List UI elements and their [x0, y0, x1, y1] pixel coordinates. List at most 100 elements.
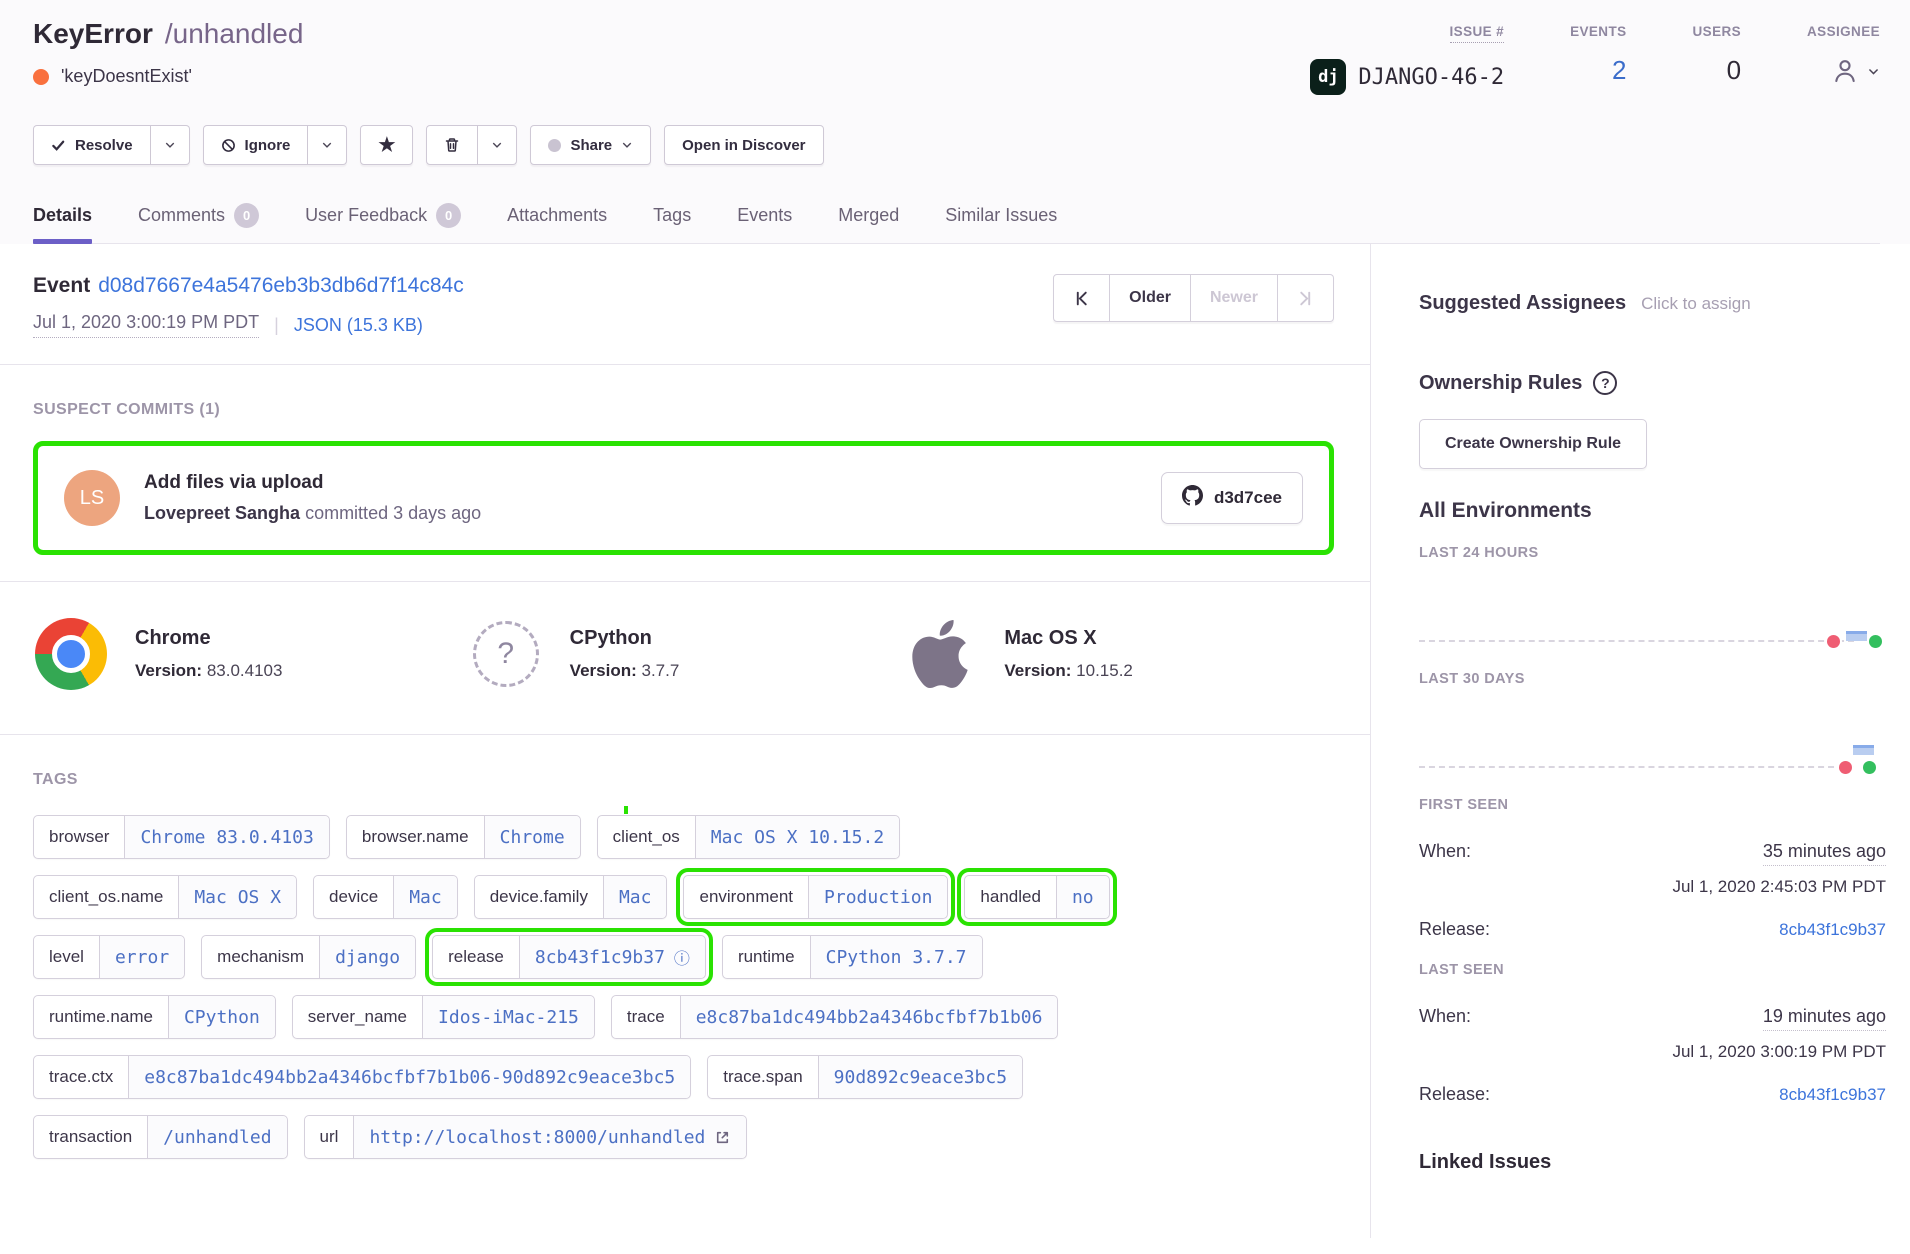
- tag-value-link[interactable]: Mac OS X: [178, 876, 296, 918]
- assignee-label: ASSIGNEE: [1807, 24, 1880, 39]
- resolve-button[interactable]: Resolve: [33, 125, 151, 165]
- tab-count-badge: 0: [436, 203, 461, 228]
- open-in-discover-button[interactable]: Open in Discover: [664, 125, 823, 165]
- chevron-down-icon: [621, 139, 633, 151]
- tag-key: client_os: [598, 816, 695, 858]
- event-id-link[interactable]: d08d7667e4a5476eb3b3db6d7f14c84c: [98, 274, 464, 297]
- bookmark-button[interactable]: ★: [360, 125, 413, 165]
- tag-value-link[interactable]: CPython: [168, 996, 275, 1038]
- delete-dropdown-button[interactable]: [478, 125, 517, 165]
- tag-handled: handledno: [964, 875, 1109, 919]
- tag-value-link[interactable]: http://localhost:8000/unhandled: [353, 1116, 746, 1158]
- sparkline-baseline: [1419, 766, 1854, 768]
- tag-value-link[interactable]: Mac OS X 10.15.2: [695, 816, 899, 858]
- tag-client-os: client_osMac OS X 10.15.2: [597, 815, 901, 859]
- newer-event-button[interactable]: Newer: [1191, 274, 1278, 322]
- tag-value-link[interactable]: error: [99, 936, 184, 978]
- tag-row: browserChrome 83.0.4103browser.nameChrom…: [33, 815, 1334, 859]
- chevron-down-icon: [491, 139, 503, 151]
- ignore-button[interactable]: Ignore: [203, 125, 309, 165]
- event-json-link[interactable]: JSON (15.3 KB): [294, 315, 423, 336]
- share-status-dot-icon: [548, 139, 561, 152]
- tab-tags[interactable]: Tags: [653, 203, 691, 243]
- tag-row: transaction/unhandledurlhttp://localhost…: [33, 1115, 1334, 1159]
- tag-value-link[interactable]: e8c87ba1dc494bb2a4346bcfbf7b1b06: [680, 996, 1058, 1038]
- tag-server-name: server_nameIdos-iMac-215: [292, 995, 595, 1039]
- tab-events[interactable]: Events: [737, 203, 792, 243]
- context-name: Chrome: [135, 627, 282, 650]
- tags-heading: TAGS: [33, 771, 1337, 789]
- error-level-dot: [33, 69, 49, 85]
- tab-label: Tags: [653, 205, 691, 226]
- tag-environment: environmentProduction: [683, 875, 948, 919]
- resolve-label: Resolve: [75, 137, 133, 154]
- tab-user-feedback[interactable]: User Feedback0: [305, 203, 461, 243]
- tag-key: trace.span: [708, 1056, 817, 1098]
- delete-button[interactable]: [426, 125, 478, 165]
- tag-value-link[interactable]: no: [1056, 876, 1109, 918]
- tag-row: client_os.nameMac OS XdeviceMacdevice.fa…: [33, 875, 1334, 919]
- tab-details[interactable]: Details: [33, 203, 92, 243]
- tag-key: release: [433, 936, 519, 978]
- tag-value-link[interactable]: CPython 3.7.7: [810, 936, 982, 978]
- chrome-icon: [35, 618, 107, 690]
- commit-sha-button[interactable]: d3d7cee: [1161, 472, 1303, 524]
- sparkline-baseline: [1419, 640, 1854, 642]
- tag-value: e8c87ba1dc494bb2a4346bcfbf7b1b06: [696, 1007, 1043, 1028]
- stat-assignee: ASSIGNEE: [1807, 24, 1880, 95]
- info-icon[interactable]: ⓘ: [674, 945, 690, 969]
- tag-key: trace: [612, 996, 680, 1038]
- tag-value: Mac OS X: [194, 887, 281, 908]
- tag-value-link[interactable]: e8c87ba1dc494bb2a4346bcfbf7b1b06-90d892c…: [128, 1056, 690, 1098]
- tag-key: mechanism: [202, 936, 319, 978]
- event-timestamp: Jul 1, 2020 3:00:19 PM PDT: [33, 312, 259, 338]
- tab-similar-issues[interactable]: Similar Issues: [945, 203, 1057, 243]
- tag-value-link[interactable]: Idos-iMac-215: [422, 996, 594, 1038]
- resolve-dropdown-button[interactable]: [151, 125, 190, 165]
- tab-attachments[interactable]: Attachments: [507, 203, 607, 243]
- stat-users: USERS 0: [1693, 24, 1742, 95]
- external-link-icon[interactable]: [714, 1129, 731, 1146]
- help-icon[interactable]: ?: [1593, 371, 1617, 395]
- linked-issues-title: Linked Issues: [1419, 1151, 1886, 1174]
- context-name: Mac OS X: [1004, 627, 1133, 650]
- unknown-runtime-icon: [473, 621, 539, 687]
- open-in-discover-label: Open in Discover: [682, 137, 805, 154]
- stat-events: EVENTS 2: [1570, 24, 1626, 95]
- tag-trace-span: trace.span90d892c9eace3bc5: [707, 1055, 1023, 1099]
- ignore-dropdown-button[interactable]: [308, 125, 347, 165]
- tag-value: 8cb43f1c9b37: [535, 947, 665, 968]
- tag-value-link[interactable]: Mac: [603, 876, 667, 918]
- tag-value-link[interactable]: Chrome: [484, 816, 580, 858]
- users-count[interactable]: 0: [1727, 55, 1741, 86]
- tag-value: Mac: [409, 887, 442, 908]
- suspect-commit-panel: LS Add files via upload Lovepreet Sangha…: [33, 441, 1334, 555]
- tag-value-link[interactable]: 90d892c9eace3bc5: [818, 1056, 1022, 1098]
- newest-event-button[interactable]: [1278, 274, 1334, 322]
- commit-sha: d3d7cee: [1214, 488, 1282, 508]
- tag-value-link[interactable]: Mac: [393, 876, 457, 918]
- all-environments-title: All Environments: [1419, 499, 1886, 523]
- oldest-event-button[interactable]: [1053, 274, 1110, 322]
- events-count[interactable]: 2: [1612, 55, 1626, 86]
- first-seen-release-link[interactable]: 8cb43f1c9b37: [1779, 920, 1886, 940]
- tag-value-link[interactable]: /unhandled: [147, 1116, 286, 1158]
- tag-value-link[interactable]: Chrome 83.0.4103: [124, 816, 328, 858]
- tag-trace-ctx: trace.ctxe8c87ba1dc494bb2a4346bcfbf7b1b0…: [33, 1055, 691, 1099]
- older-event-button[interactable]: Older: [1110, 274, 1191, 322]
- tab-comments[interactable]: Comments0: [138, 203, 259, 243]
- issue-header: KeyError /unhandled 'keyDoesntExist' ISS…: [0, 0, 1910, 244]
- create-ownership-rule-button[interactable]: Create Ownership Rule: [1419, 419, 1647, 469]
- event-contexts: Chrome Version: 83.0.4103 CPython Versio…: [0, 582, 1370, 734]
- tag-value-link[interactable]: Production: [808, 876, 947, 918]
- commit-time: committed 3 days ago: [305, 503, 481, 523]
- issue-sidebar: Suggested Assignees Click to assign Owne…: [1371, 244, 1910, 1238]
- tag-value-link[interactable]: django: [319, 936, 415, 978]
- tag-value-link[interactable]: 8cb43f1c9b37 ⓘ: [519, 936, 705, 978]
- chevron-down-icon: [164, 139, 176, 151]
- share-button[interactable]: Share: [530, 125, 651, 165]
- assignee-dropdown[interactable]: [1829, 55, 1880, 92]
- tab-merged[interactable]: Merged: [838, 203, 899, 243]
- last-seen-release-link[interactable]: 8cb43f1c9b37: [1779, 1085, 1886, 1105]
- tag-browser-name: browser.nameChrome: [346, 815, 581, 859]
